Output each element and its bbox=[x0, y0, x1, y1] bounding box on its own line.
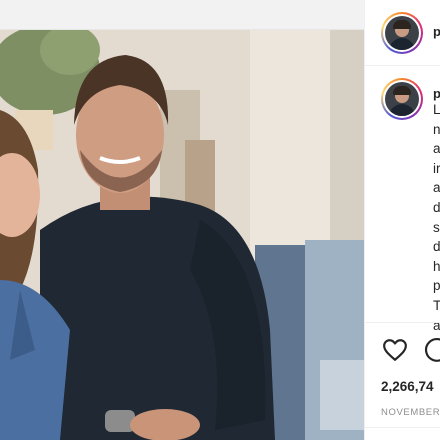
caption-line: s bbox=[433, 219, 440, 235]
caption-line: h bbox=[433, 258, 440, 274]
username-link[interactable]: p bbox=[433, 24, 440, 39]
caption-avatar[interactable] bbox=[381, 78, 423, 120]
caption-text: L n a ir a d s d h p T a bbox=[433, 100, 440, 335]
comment-icon[interactable] bbox=[423, 337, 440, 363]
post-date[interactable]: NOVEMBER bbox=[381, 407, 440, 418]
post-photo-illustration bbox=[0, 30, 364, 440]
like-count[interactable]: 2,266,74 bbox=[381, 379, 434, 394]
heart-icon[interactable] bbox=[381, 337, 409, 363]
caption-username-link[interactable]: p bbox=[433, 86, 440, 101]
post-side-panel: p p L n a ir a d s d h p T a 2,266,74 NO… bbox=[364, 0, 440, 440]
caption-line: ir bbox=[433, 160, 440, 176]
caption-line: T bbox=[433, 297, 440, 313]
avatar[interactable] bbox=[381, 12, 423, 54]
caption-line: L bbox=[433, 102, 440, 117]
post-actions: 2,266,74 NOVEMBER bbox=[365, 322, 440, 440]
post-header: p bbox=[365, 0, 440, 66]
caption-line: n bbox=[433, 121, 440, 137]
add-comment-bar bbox=[365, 427, 440, 440]
caption-line: d bbox=[433, 239, 440, 255]
caption-line: a bbox=[433, 180, 440, 196]
post-photo[interactable] bbox=[0, 30, 364, 440]
caption-line: d bbox=[433, 199, 440, 215]
caption-line: p bbox=[433, 278, 440, 294]
caption-line: a bbox=[433, 141, 440, 157]
